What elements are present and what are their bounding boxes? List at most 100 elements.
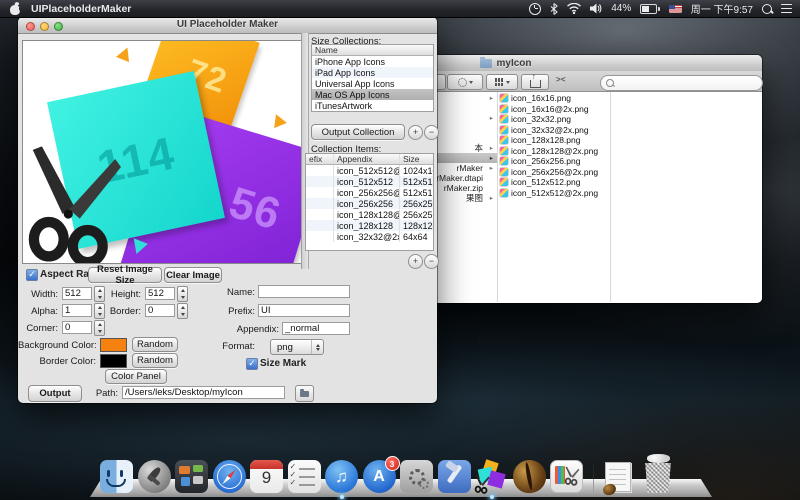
file-row[interactable]: icon_16x16@2x.png (500, 104, 610, 115)
appendix-field[interactable] (282, 322, 350, 335)
file-row[interactable]: icon_32x32@2x.png (500, 125, 610, 136)
size-mark-checkbox[interactable] (246, 358, 258, 370)
running-indicator (490, 495, 494, 499)
input-source-flag-icon[interactable] (669, 5, 682, 13)
clear-image-button[interactable]: Clear Image (164, 267, 222, 283)
dock-safari-icon[interactable] (213, 460, 246, 493)
name-field[interactable] (258, 285, 350, 298)
triangle-accent (116, 45, 134, 62)
battery-icon[interactable] (640, 4, 660, 14)
path-field[interactable] (122, 386, 285, 399)
height-field[interactable] (145, 287, 175, 300)
border-field[interactable] (145, 304, 175, 317)
notification-center-icon[interactable] (781, 4, 792, 13)
item-row[interactable]: icon_256x256@2x512x512 (306, 187, 433, 198)
collection-row[interactable]: iPhone App Icons (312, 56, 433, 67)
dock-ui-placeholder-maker-icon[interactable] (475, 460, 508, 493)
item-row[interactable]: icon_512x512512x512 (306, 176, 433, 187)
appendix-label: Appendix: (213, 324, 279, 335)
action-gear-button[interactable] (447, 74, 483, 90)
file-row[interactable]: icon_512x512.png (500, 177, 610, 188)
volume-icon[interactable] (590, 3, 602, 14)
output-button[interactable]: Output (28, 385, 82, 402)
column-divider[interactable] (610, 92, 611, 302)
share-icon (530, 80, 541, 88)
remove-item-button[interactable]: − (424, 254, 439, 269)
menu-app-name[interactable]: UIPlaceholderMaker (31, 3, 131, 15)
item-row[interactable]: icon_32x32@2x64x64 (306, 231, 433, 242)
table-header[interactable]: efix Appendix Size (306, 154, 433, 165)
dock-app-store-icon[interactable]: A 3 (363, 460, 396, 493)
bluetooth-icon[interactable] (550, 3, 558, 15)
image-file-icon (500, 168, 508, 176)
image-file-icon (500, 189, 508, 197)
remove-collection-button[interactable]: − (424, 125, 439, 140)
item-row[interactable]: icon_128x128@2x256x256 (306, 209, 433, 220)
background-color-swatch[interactable] (100, 338, 127, 352)
item-row[interactable]: icon_128x128128x128 (306, 220, 433, 231)
minimize-button[interactable] (40, 22, 49, 31)
app-titlebar[interactable]: UI Placeholder Maker (18, 17, 437, 34)
file-row[interactable]: icon_16x16.png (500, 93, 610, 104)
zoom-button[interactable] (54, 22, 63, 31)
finder-search-field[interactable] (600, 75, 763, 91)
collection-row-selected[interactable]: Mac OS App Icons (312, 89, 433, 100)
corner-stepper[interactable] (94, 320, 105, 336)
dock-xcode-icon[interactable] (438, 460, 471, 493)
arrange-button[interactable] (486, 74, 518, 90)
item-row[interactable]: icon_512x512@2x1024x1024 (306, 165, 433, 176)
close-button[interactable] (26, 22, 35, 31)
time-machine-icon[interactable] (529, 3, 541, 15)
dock-bean-icon[interactable] (508, 456, 550, 498)
width-field[interactable] (62, 287, 92, 300)
image-preview[interactable]: 72 56 114 (22, 40, 302, 264)
menu-clock[interactable]: 周一 下午9:57 (691, 1, 753, 16)
border-random-button[interactable]: Random (132, 353, 178, 368)
file-row[interactable]: icon_256x256.png (500, 156, 610, 167)
collection-row[interactable]: iPad App Icons (312, 67, 433, 78)
dock-documents-stack[interactable] (603, 460, 633, 493)
file-row[interactable]: icon_256x256@2x.png (500, 167, 610, 178)
file-row[interactable]: icon_32x32.png (500, 114, 610, 125)
table-header[interactable]: Name (312, 45, 433, 56)
image-file-icon (500, 147, 508, 155)
dock-itunes-icon[interactable]: ♫ (325, 460, 358, 493)
add-item-button[interactable]: + (408, 254, 423, 269)
dock-graphics-app-icon[interactable] (550, 460, 583, 493)
apple-menu-icon[interactable] (10, 3, 21, 15)
item-row[interactable]: icon_256x256256x256 (306, 198, 433, 209)
border-stepper[interactable] (177, 303, 188, 319)
color-panel-button[interactable]: Color Panel (105, 369, 167, 384)
dock-reminders-icon[interactable] (288, 460, 321, 493)
border-color-swatch[interactable] (100, 354, 127, 368)
file-row[interactable]: icon_128x128@2x.png (500, 146, 610, 157)
collection-row[interactable]: iTunesArtwork (312, 100, 433, 111)
output-collection-button[interactable]: Output Collection (311, 124, 405, 140)
file-row[interactable]: icon_128x128.png (500, 135, 610, 146)
dock-launchpad-icon[interactable] (138, 460, 171, 493)
collapse-columns-icon[interactable]: > < (556, 75, 565, 84)
share-button[interactable] (521, 74, 549, 90)
prefix-field[interactable] (258, 304, 350, 317)
spotlight-icon[interactable] (762, 4, 772, 14)
corner-field[interactable] (62, 321, 92, 334)
dock-finder-icon[interactable] (100, 460, 133, 493)
format-popup[interactable]: png (270, 339, 324, 355)
dock-mission-control-icon[interactable] (175, 460, 208, 493)
collection-row[interactable]: Universal App Icons (312, 78, 433, 89)
folder-icon (300, 391, 309, 397)
dock-trash-icon[interactable] (644, 457, 673, 493)
background-random-button[interactable]: Random (132, 337, 178, 352)
aspect-ratio-checkbox[interactable] (26, 269, 38, 281)
dock-system-preferences-icon[interactable] (400, 460, 433, 493)
file-row[interactable]: icon_512x512@2x.png (500, 188, 610, 199)
height-stepper[interactable] (177, 286, 188, 302)
dock-calendar-icon[interactable]: 9 (250, 460, 283, 493)
alpha-field[interactable] (62, 304, 92, 317)
gear-icon (458, 78, 467, 87)
choose-path-button[interactable] (295, 385, 314, 402)
reset-image-size-button[interactable]: Reset Image Size (88, 267, 162, 283)
column-divider[interactable] (497, 92, 498, 302)
wifi-icon[interactable] (567, 3, 581, 14)
add-collection-button[interactable]: + (408, 125, 423, 140)
